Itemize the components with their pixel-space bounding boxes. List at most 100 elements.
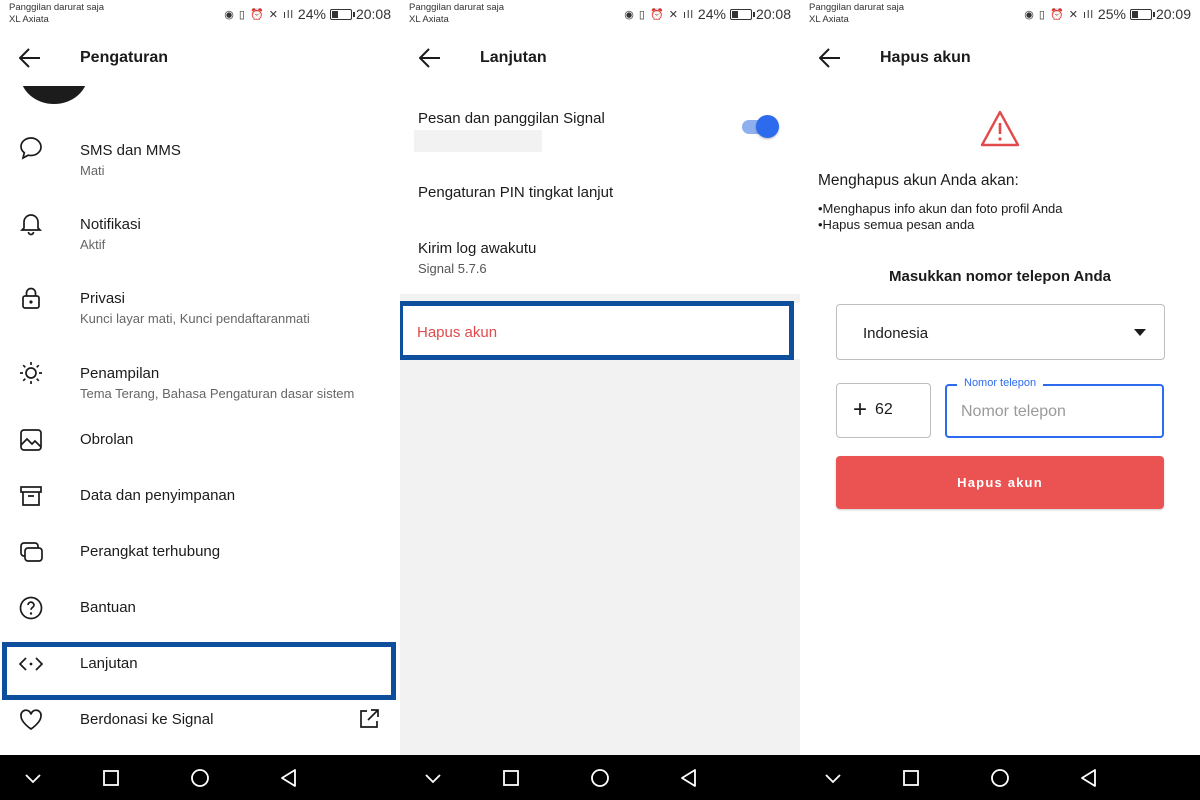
settings-item-title: Privasi <box>80 290 126 307</box>
settings-item-title: Data dan penyimpanan <box>80 487 236 504</box>
phone-number-label: Nomor telepon <box>957 377 1044 389</box>
code-icon <box>17 650 45 678</box>
back-triangle-icon[interactable] <box>276 765 302 791</box>
settings-item-notifications[interactable]: Notifikasi Aktif <box>0 187 400 262</box>
page-title: Pengaturan <box>80 49 169 66</box>
home-circle-icon[interactable] <box>587 765 613 791</box>
chevron-down-icon[interactable] <box>420 765 446 791</box>
battery-icon <box>1129 8 1155 20</box>
recents-square-icon[interactable] <box>98 765 124 791</box>
delete-account-item[interactable]: Hapus akun <box>400 303 800 359</box>
settings-item-sms[interactable]: SMS dan MMS Mati <box>0 112 400 187</box>
recents-square-icon[interactable] <box>898 765 924 791</box>
phone-number-input[interactable] <box>961 400 1151 424</box>
emergency-calls-text: Panggilan darurat saja <box>409 2 505 13</box>
back-arrow-icon[interactable] <box>414 42 446 74</box>
settings-item-subtitle: Tema Terang, Bahasa Pengaturan dasar sis… <box>80 386 355 401</box>
help-circle-icon <box>17 594 45 622</box>
settings-item-help[interactable]: Bantuan <box>0 580 400 636</box>
redacted-block <box>414 130 542 152</box>
settings-item-advanced[interactable]: Lanjutan <box>0 636 400 692</box>
phone-number-field: Nomor telepon <box>945 377 1164 438</box>
home-circle-icon[interactable] <box>987 765 1013 791</box>
linked-devices-icon <box>17 538 45 566</box>
delete-account-label: Hapus akun <box>417 324 498 341</box>
nav-bar <box>0 755 400 800</box>
carrier-name: XL Axiata <box>409 14 449 25</box>
settings-item-subtitle: Mati <box>80 163 105 178</box>
settings-item-donate[interactable]: Berdonasi ke Signal <box>0 692 400 748</box>
dropdown-caret-icon <box>1134 329 1146 336</box>
delete-account-screen: Panggilan darurat saja XL Axiata ◉ ▯ ⏰ ✕… <box>800 0 1200 800</box>
advanced-pin-settings-item[interactable]: Pengaturan PIN tingkat lanjut <box>418 184 613 201</box>
settings-item-title: Notifikasi <box>80 216 141 233</box>
chevron-down-icon[interactable] <box>20 765 46 791</box>
nav-bar <box>400 755 800 800</box>
delete-consequences-heading: Menghapus akun Anda akan: <box>818 172 1019 189</box>
chevron-down-icon[interactable] <box>820 765 846 791</box>
settings-item-subtitle: Aktif <box>80 237 106 252</box>
settings-item-chats[interactable]: Obrolan <box>0 412 400 468</box>
image-icon <box>17 426 45 454</box>
nav-bar <box>800 755 1200 800</box>
carrier-name: XL Axiata <box>9 14 49 25</box>
battery-percent: 25% <box>1097 6 1126 22</box>
settings-item-title: Perangkat terhubung <box>80 543 221 560</box>
back-triangle-icon[interactable] <box>676 765 702 791</box>
app-version: Signal 5.7.6 <box>418 261 487 276</box>
status-icons: ◉ ▯ ⏰ ✕ ıll <box>624 8 694 21</box>
app-bar: Lanjutan <box>400 30 800 86</box>
signal-messages-toggle[interactable] <box>742 115 780 138</box>
page-title: Lanjutan <box>480 49 547 66</box>
home-circle-icon[interactable] <box>187 765 213 791</box>
bell-icon <box>17 209 45 237</box>
status-bar: Panggilan darurat saja XL Axiata ◉ ▯ ⏰ ✕… <box>400 0 800 30</box>
settings-item-appearance[interactable]: Penampilan Tema Terang, Bahasa Pengatura… <box>0 337 400 412</box>
warning-icon <box>980 110 1020 148</box>
status-icons: ◉ ▯ ⏰ ✕ ıll <box>1024 8 1094 21</box>
settings-item-data-storage[interactable]: Data dan penyimpanan <box>0 468 400 524</box>
signal-messages-label: Pesan dan panggilan Signal <box>418 110 605 127</box>
back-arrow-icon[interactable] <box>14 42 46 74</box>
country-code-value: 62 <box>875 401 893 418</box>
back-triangle-icon[interactable] <box>1076 765 1102 791</box>
settings-list: SMS dan MMS Mati Notifikasi Aktif Privas… <box>0 112 400 748</box>
status-bar: Panggilan darurat saja XL Axiata ◉ ▯ ⏰ ✕… <box>800 0 1200 30</box>
battery-percent: 24% <box>297 6 326 22</box>
settings-screen: Panggilan darurat saja XL Axiata ◉ ▯ ⏰ ✕… <box>0 0 400 800</box>
country-code-field[interactable]: + 62 <box>836 383 931 438</box>
heart-icon <box>17 706 45 734</box>
plus-sign: + <box>853 396 868 423</box>
status-icons: ◉ ▯ ⏰ ✕ ıll <box>224 8 294 21</box>
carrier-name: XL Axiata <box>809 14 849 25</box>
emergency-calls-text: Panggilan darurat saja <box>809 2 905 13</box>
settings-item-title: Bantuan <box>80 599 136 616</box>
recents-square-icon[interactable] <box>498 765 524 791</box>
country-value: Indonesia <box>863 325 929 342</box>
sun-icon <box>17 359 45 387</box>
battery-percent: 24% <box>697 6 726 22</box>
settings-item-linked-devices[interactable]: Perangkat terhubung <box>0 524 400 580</box>
delete-account-button-label: Hapus akun <box>957 475 1043 490</box>
submit-debug-log-item[interactable]: Kirim log awakutu <box>418 240 536 257</box>
settings-item-privacy[interactable]: Privasi Kunci layar mati, Kunci pendafta… <box>0 262 400 337</box>
consequence-item: •Hapus semua pesan anda <box>818 217 975 232</box>
delete-account-button[interactable]: Hapus akun <box>836 456 1164 509</box>
battery-icon <box>729 8 755 20</box>
advanced-screen: Panggilan darurat saja XL Axiata ◉ ▯ ⏰ ✕… <box>400 0 800 800</box>
lock-icon <box>17 284 45 312</box>
settings-item-title: Berdonasi ke Signal <box>80 711 214 728</box>
app-bar: Hapus akun <box>800 30 1200 86</box>
page-title: Hapus akun <box>880 49 971 66</box>
clock: 20:08 <box>355 6 391 22</box>
clock: 20:08 <box>755 6 791 22</box>
external-link-icon <box>358 708 382 732</box>
battery-icon <box>329 8 355 20</box>
consequence-item: •Menghapus info akun dan foto profil And… <box>818 201 1063 216</box>
emergency-calls-text: Panggilan darurat saja <box>9 2 105 13</box>
country-dropdown[interactable]: Indonesia <box>836 304 1165 360</box>
chat-bubble-icon <box>17 134 45 162</box>
settings-item-title: Penampilan <box>80 365 160 382</box>
back-arrow-icon[interactable] <box>814 42 846 74</box>
settings-item-subtitle: Kunci layar mati, Kunci pendaftaranmati <box>80 311 310 326</box>
